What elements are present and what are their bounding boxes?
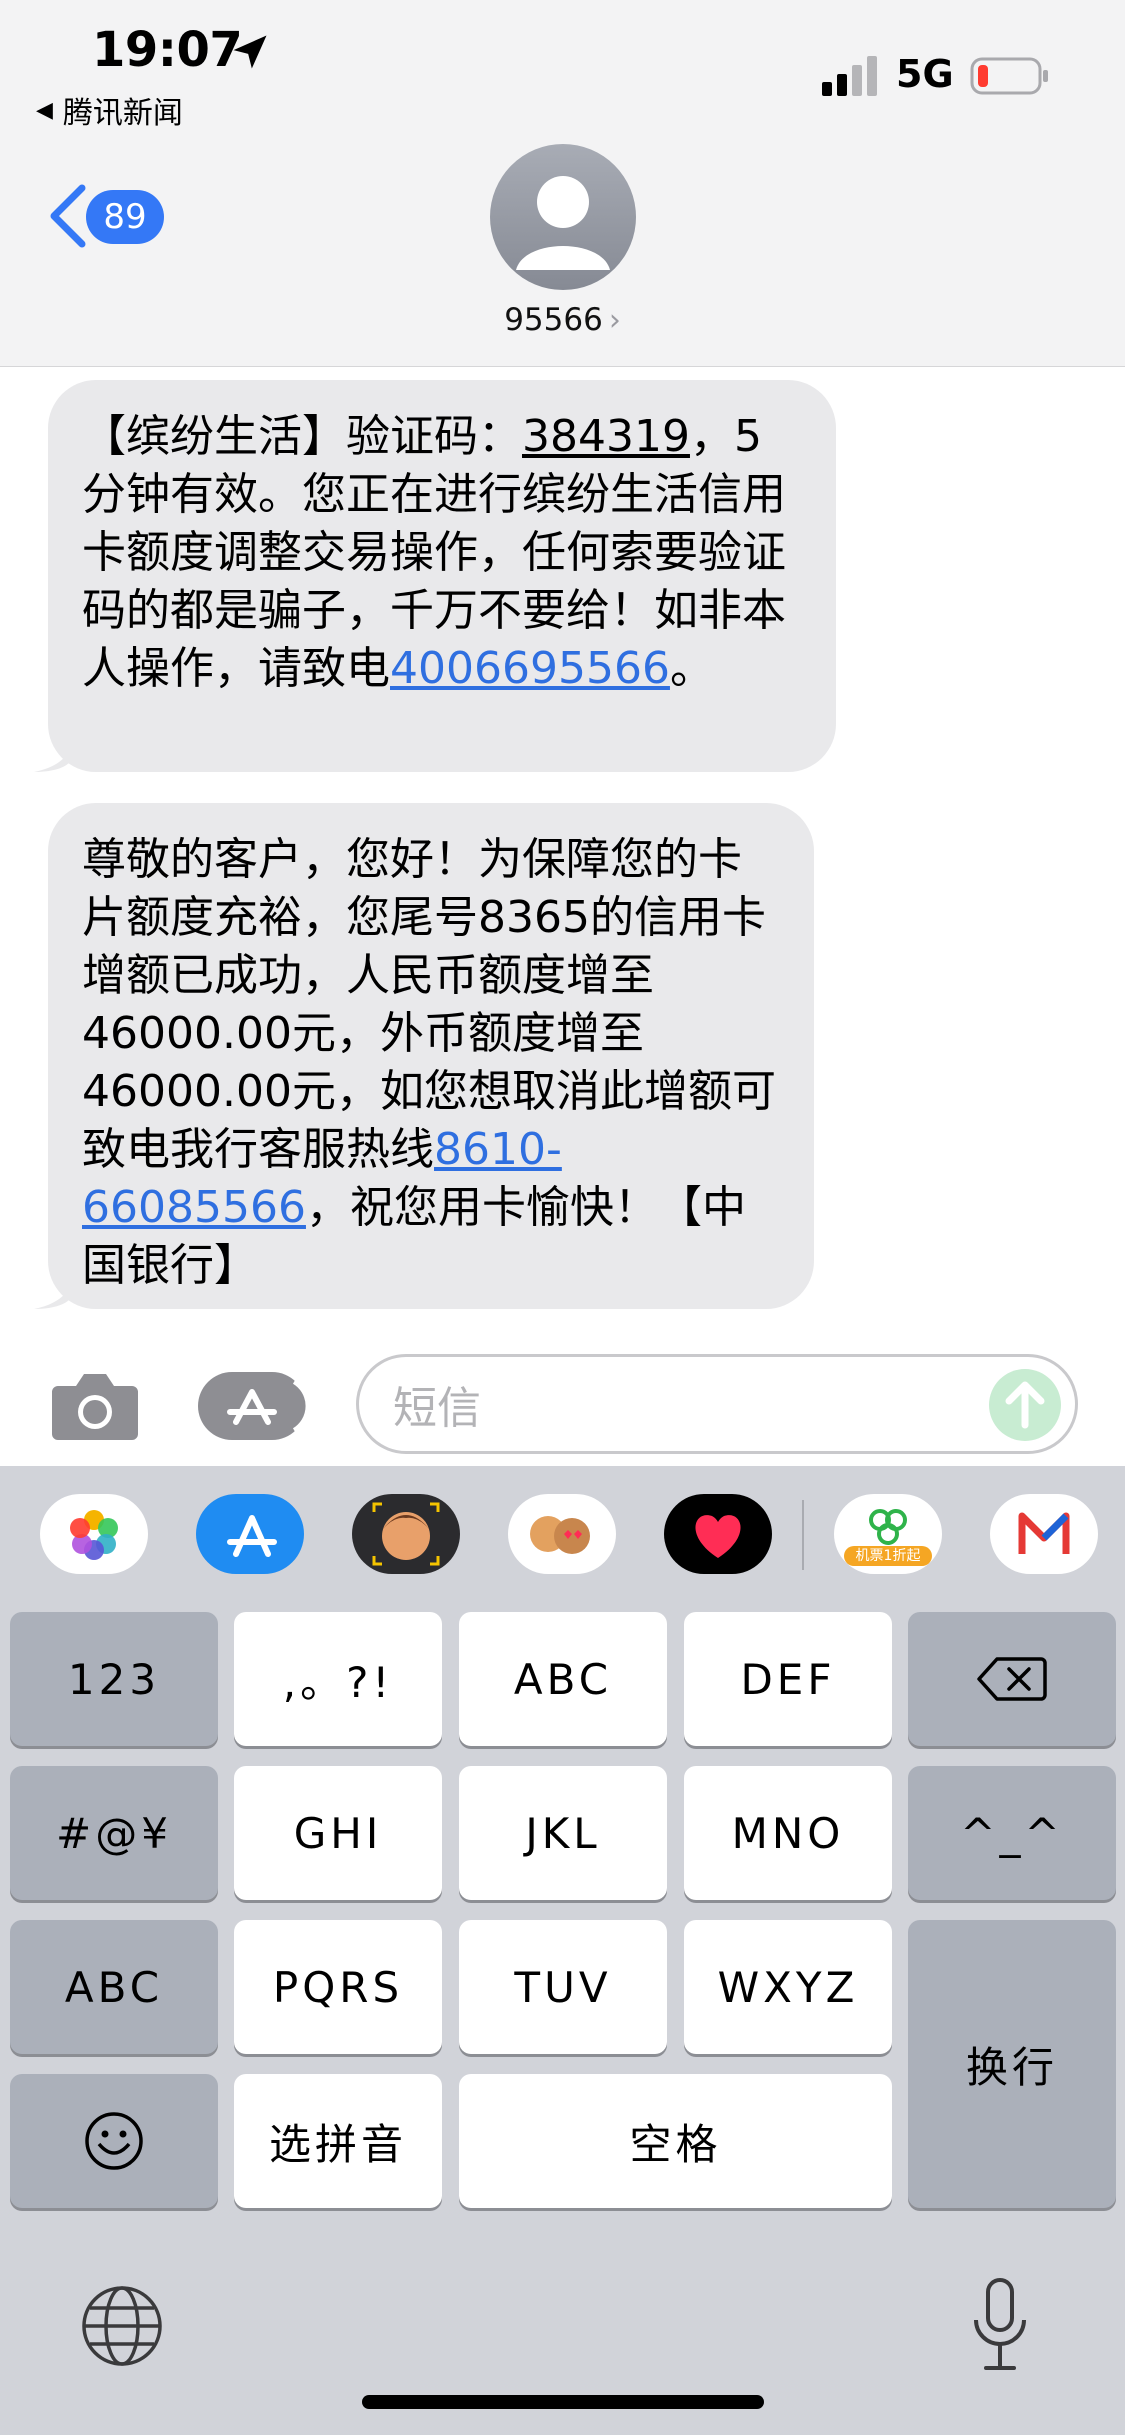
message-input-placeholder: 短信 (393, 1383, 481, 1434)
conversation-header: 19:07 ◀ 腾讯新闻 5G 89 95566 › (0, 0, 1125, 367)
contact-avatar[interactable] (490, 144, 636, 290)
contact-number: 95566 (504, 302, 603, 338)
status-time: 19:07 (92, 22, 243, 78)
location-arrow-icon (233, 35, 267, 69)
imessage-app-strip: 机票1折起 (0, 1466, 1125, 1600)
key-def[interactable]: DEF (684, 1612, 892, 1746)
globe-icon[interactable] (80, 2284, 164, 2368)
arrow-up-icon (1005, 1381, 1045, 1429)
mail-logo-icon (1018, 1512, 1070, 1554)
back-app-label: 腾讯新闻 (62, 96, 183, 131)
camera-icon[interactable] (50, 1370, 140, 1442)
key-mno[interactable]: MNO (684, 1766, 892, 1900)
message-text: 【缤纷生活】验证码： (82, 411, 522, 462)
key-wxyz[interactable]: WXYZ (684, 1920, 892, 2054)
app-store-button[interactable] (198, 1372, 310, 1440)
app-store-icon (227, 1380, 310, 1432)
microphone-icon[interactable] (970, 2276, 1030, 2376)
space-key[interactable]: 空格 (459, 2074, 892, 2208)
bubble-tail (34, 732, 74, 772)
message-text: 尊敬的客户，您好！为保障您的卡片额度充裕，您尾号8365的信用卡增额已成功，人民… (82, 834, 776, 1175)
app-store-glyph-icon (227, 1515, 277, 1557)
delete-backspace-icon (977, 1657, 1047, 1701)
key-ghi[interactable]: GHI (234, 1766, 442, 1900)
delete-key[interactable] (908, 1612, 1116, 1746)
memoji-face-icon (372, 1502, 440, 1566)
key-emoticon[interactable]: ^_^ (908, 1766, 1116, 1900)
back-chevron-icon[interactable] (46, 182, 90, 250)
back-to-app-link[interactable]: ◀ 腾讯新闻 (36, 88, 183, 132)
key-punctuation[interactable]: ,。?! (234, 1612, 442, 1746)
keyboard: 机票1折起 123 ,。?! ABC DEF #@¥ GHI JKL MNO ^… (0, 1466, 1125, 2435)
key-123[interactable]: 123 (10, 1612, 218, 1746)
return-key[interactable]: 换行 (908, 1920, 1116, 2208)
memoji-stickers-icon (530, 1516, 590, 1554)
heart-icon (695, 1515, 741, 1558)
bubble-tail (34, 1269, 74, 1309)
message-bubble[interactable]: 尊敬的客户，您好！为保障您的卡片额度充裕，您尾号8365的信用卡增额已成功，人民… (34, 803, 814, 1309)
memoji-app-icon[interactable] (352, 1494, 460, 1574)
chevron-right-icon: › (608, 303, 621, 338)
message-input[interactable]: 短信 (356, 1354, 1078, 1454)
photos-flower-icon (70, 1510, 118, 1560)
unread-count-badge[interactable]: 89 (86, 190, 164, 244)
emoji-key[interactable] (10, 2074, 218, 2208)
home-indicator[interactable] (362, 2395, 764, 2409)
travel-app-badge-text: 机票1折起 (855, 1548, 921, 1564)
memoji-stickers-app-icon[interactable] (508, 1494, 616, 1574)
message-bubble[interactable]: 【缤纷生活】验证码：384319，5分钟有效。您正在进行缤纷生活信用卡额度调整交… (34, 380, 836, 772)
photos-app-icon[interactable] (40, 1494, 148, 1574)
key-abc[interactable]: ABC (459, 1612, 667, 1746)
key-abc-mode[interactable]: ABC (10, 1920, 218, 2054)
verification-code[interactable]: 384319 (522, 411, 690, 462)
battery-icon (970, 57, 1048, 95)
message-text: 。 (669, 643, 714, 694)
person-silhouette-icon (516, 176, 610, 270)
mail-app-icon[interactable] (990, 1494, 1098, 1574)
key-tuv[interactable]: TUV (459, 1920, 667, 2054)
contact-name[interactable]: 95566 › (0, 302, 1125, 338)
key-pinyin-select[interactable]: 选拼音 (234, 2074, 442, 2208)
back-triangle-icon: ◀ (36, 97, 53, 123)
smiley-face-icon (85, 2112, 143, 2170)
digital-touch-app-icon[interactable] (664, 1494, 772, 1574)
app-store-app-icon[interactable] (196, 1494, 304, 1574)
cellular-signal-icon (822, 56, 877, 96)
app-strip-divider (802, 1500, 804, 1570)
key-symbols[interactable]: #@¥ (10, 1766, 218, 1900)
key-jkl[interactable]: JKL (459, 1766, 667, 1900)
send-button[interactable] (989, 1369, 1061, 1441)
travel-app-icon[interactable]: 机票1折起 (834, 1494, 942, 1574)
network-type: 5G (896, 52, 954, 96)
key-pqrs[interactable]: PQRS (234, 1920, 442, 2054)
phone-link[interactable]: 4006695566 (390, 643, 670, 694)
